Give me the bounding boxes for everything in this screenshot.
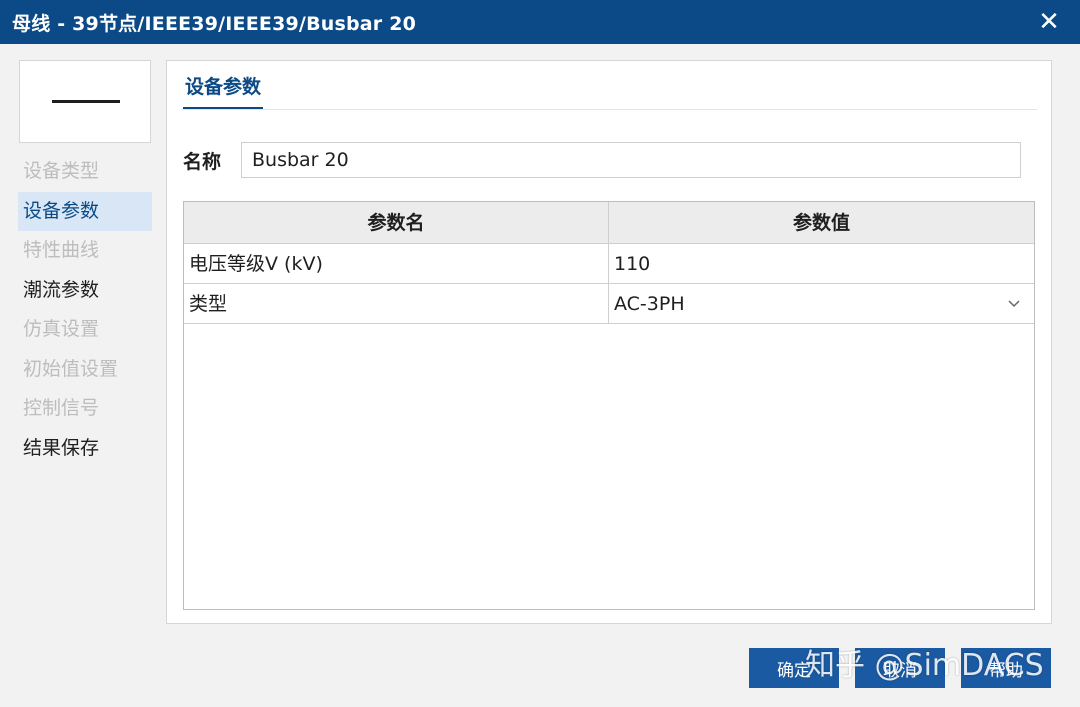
column-header-param-name: 参数名 xyxy=(184,202,609,244)
table-header-row: 参数名 参数值 xyxy=(184,202,1034,244)
window-title: 母线 - 39节点/IEEE39/IEEE39/Busbar 20 xyxy=(12,13,417,35)
param-name-cell: 类型 xyxy=(184,284,609,324)
sidebar-item-device-params[interactable]: 设备参数 xyxy=(18,191,152,231)
parameter-table: 参数名 参数值 电压等级V (kV) 110 类型 AC-3PH xyxy=(183,201,1035,610)
sidebar-item-simulation-settings: 仿真设置 xyxy=(23,318,100,340)
param-type-select[interactable]: AC-3PH xyxy=(609,284,1034,324)
type-select-value: AC-3PH xyxy=(614,293,685,315)
title-bar: 母线 - 39节点/IEEE39/IEEE39/Busbar 20 ✕ xyxy=(0,0,1080,44)
column-header-param-value: 参数值 xyxy=(609,202,1034,244)
param-value-cell[interactable]: 110 xyxy=(609,244,1034,284)
name-label: 名称 xyxy=(183,151,222,173)
device-preview xyxy=(19,60,151,143)
param-name-cell: 电压等级V (kV) xyxy=(184,244,609,284)
sidebar-item-characteristic-curve: 特性曲线 xyxy=(23,239,100,261)
sidebar-item-power-flow-params[interactable]: 潮流参数 xyxy=(18,271,152,311)
help-button[interactable]: 帮助 xyxy=(961,648,1051,688)
ok-button[interactable]: 确定 xyxy=(749,648,839,688)
chevron-down-icon[interactable] xyxy=(1004,293,1024,313)
sidebar-nav: 设备类型 设备参数 特性曲线 潮流参数 仿真设置 初始值设置 控制信号 结果保存 xyxy=(18,152,152,468)
table-row: 类型 AC-3PH xyxy=(184,284,1034,324)
sidebar-item-initial-values: 初始值设置 xyxy=(23,357,119,380)
tab-divider xyxy=(181,109,1037,110)
table-row: 电压等级V (kV) 110 xyxy=(184,244,1034,284)
sidebar-item-result-saving[interactable]: 结果保存 xyxy=(18,429,152,469)
sidebar-item-control-signals: 控制信号 xyxy=(23,397,100,419)
sidebar-item-device-type: 设备类型 xyxy=(23,160,100,182)
tab-device-params[interactable]: 设备参数 xyxy=(183,73,264,110)
close-icon[interactable]: ✕ xyxy=(1034,7,1064,37)
name-field[interactable] xyxy=(241,142,1021,178)
cancel-button[interactable]: 取消 xyxy=(855,648,945,688)
busbar-symbol-icon xyxy=(52,100,120,103)
main-panel: 设备参数 名称 参数名 参数值 电压等级V (kV) 110 类型 AC-3PH xyxy=(166,60,1052,624)
